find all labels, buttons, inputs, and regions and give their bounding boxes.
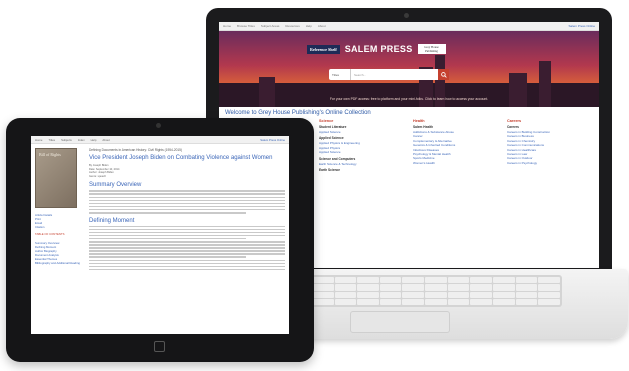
hero-building: [259, 77, 275, 107]
toc-heading: TABLE OF CONTENTS: [35, 232, 65, 236]
book-cover-title: Bill of Rights: [39, 152, 61, 157]
collection-link[interactable]: Applied Science: [319, 150, 405, 154]
collection-column-careers: Careers Careers Careers in Building Cons…: [507, 119, 593, 173]
topbar-site-link[interactable]: Salem Press Online: [260, 138, 285, 142]
column-subheading: Student Literature: [319, 125, 347, 129]
nav-link-subjects[interactable]: Subjects: [61, 138, 72, 142]
nav-link-about[interactable]: About: [318, 24, 326, 28]
search-scope-select[interactable]: Titles: [329, 69, 351, 80]
hero-banner: Reference Shelf SALEM PRESS Grey House P…: [219, 31, 599, 107]
nav-link-browse[interactable]: Browse Titles: [237, 24, 255, 28]
laptop-topbar: Home Browse Titles Subject Areas Resourc…: [219, 22, 599, 31]
toc-item[interactable]: Bibliography and Additional Reading: [35, 261, 83, 265]
hero-building: [509, 73, 527, 107]
hero-info-strip[interactable]: For your own PDF access: free to platfor…: [219, 97, 599, 101]
tablet-topbar: Home Titles Subjects Index Help About Sa…: [31, 136, 289, 144]
search-input[interactable]: Search...: [351, 73, 438, 77]
nav-link-subjects[interactable]: Subject Areas: [261, 24, 280, 28]
tablet-camera: [156, 123, 161, 128]
column-heading: Careers: [507, 119, 522, 123]
search-bar: Titles Search...: [329, 69, 449, 80]
book-cover-image[interactable]: Bill of Rights: [35, 148, 77, 208]
sidebar-item-citation[interactable]: Citation: [35, 225, 83, 229]
nav-link-help[interactable]: Help: [306, 24, 312, 28]
search-button[interactable]: [438, 69, 449, 80]
section-heading-moment: Defining Moment: [89, 217, 135, 224]
nav-link-index[interactable]: Index: [78, 138, 85, 142]
article-main: Defining Documents in American History: …: [89, 148, 285, 272]
breadcrumb[interactable]: Defining Documents in American History: …: [89, 148, 285, 152]
column-heading: Science: [319, 119, 334, 123]
column-subheading: Earth Science: [319, 168, 341, 173]
reference-shelf-logo[interactable]: Reference Shelf: [307, 44, 340, 54]
article-layout: Bill of Rights Article Details Print Ema…: [31, 144, 289, 276]
article-title: Vice President Joseph Biden on Combating…: [89, 155, 273, 161]
nav-link-help[interactable]: Help: [91, 138, 97, 142]
topbar-site-link[interactable]: Salem Press Online: [568, 24, 595, 28]
column-subheading: Science and Computers: [319, 156, 356, 161]
column-heading: Health: [413, 119, 425, 123]
collection-link[interactable]: Earth Science & Technology: [319, 162, 405, 166]
column-subheading: Applied Science: [319, 136, 344, 141]
laptop-trackpad: [350, 311, 450, 333]
nav-link-home[interactable]: Home: [223, 24, 231, 28]
tablet-screen: Home Titles Subjects Index Help About Sa…: [31, 136, 289, 334]
collection-column-science: Science Student Literature Applied Scien…: [319, 119, 405, 173]
collection-link[interactable]: Careers in Psychology: [507, 161, 593, 165]
nav-link-resources[interactable]: Resources: [285, 24, 299, 28]
collection-link[interactable]: Women's Health: [413, 161, 499, 165]
summary-paragraph: [89, 190, 285, 214]
nav-link-about[interactable]: About: [102, 138, 109, 142]
meta-line: Genre: speech: [89, 174, 107, 178]
tablet-home-button[interactable]: [154, 341, 165, 352]
tablet-device: Home Titles Subjects Index Help About Sa…: [6, 118, 314, 362]
nav-link-home[interactable]: Home: [35, 138, 42, 142]
column-subheading: Careers: [507, 125, 519, 129]
column-subheading: Salem Health: [413, 125, 434, 129]
salem-press-logo[interactable]: SALEM PRESS: [345, 44, 413, 54]
collection-link[interactable]: Applied Science: [319, 130, 405, 134]
section-heading-summary: Summary Overview: [89, 182, 142, 189]
hero-logos: Reference Shelf SALEM PRESS Grey House P…: [307, 44, 446, 54]
welcome-heading: Welcome to Grey House Publishing's Onlin…: [225, 110, 371, 116]
article-meta: By Joseph Biden Date: September 10, 2014…: [89, 164, 285, 178]
laptop-camera: [404, 13, 409, 18]
nav-link-titles[interactable]: Titles: [48, 138, 55, 142]
grey-house-logo[interactable]: Grey House Publishing: [417, 44, 446, 54]
moment-paragraph: [89, 225, 285, 271]
article-sidebar: Bill of Rights Article Details Print Ema…: [35, 148, 83, 272]
collection-column-health: Health Salem Health Addictions & Substan…: [413, 119, 499, 173]
search-icon: [440, 71, 447, 78]
